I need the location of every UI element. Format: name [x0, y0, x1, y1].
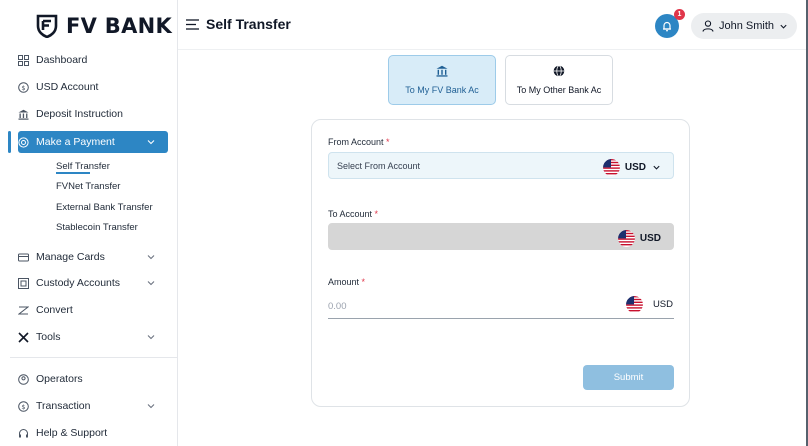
sidebar-item-make-a-payment[interactable]: Make a Payment	[18, 131, 168, 153]
label-text: Amount	[328, 277, 360, 287]
sidebar-item-operators[interactable]: Operators	[18, 368, 168, 390]
label-text: From Account	[328, 137, 384, 147]
bank-icon	[18, 109, 29, 120]
globe-icon	[553, 65, 565, 77]
submenu-item-fvnet-transfer[interactable]: FVNet Transfer	[56, 178, 120, 194]
chevron-down-icon	[780, 24, 787, 29]
amount-currency-code: USD	[652, 299, 673, 310]
to-account-label: To Account *	[328, 209, 378, 219]
chevron-down-icon	[147, 404, 155, 409]
sidebar-item-label: Help & Support	[36, 427, 108, 439]
sidebar-item-deposit-instruction[interactable]: Deposit Instruction	[18, 103, 168, 125]
chevron-down-icon	[147, 140, 155, 145]
chevron-down-icon	[147, 281, 155, 286]
sidebar-item-dashboard[interactable]: Dashboard	[18, 49, 168, 71]
grid-icon	[18, 54, 29, 66]
submenu-label: Self Transfer	[56, 160, 110, 172]
sidebar-item-label: Transaction	[36, 400, 91, 412]
tools-icon	[18, 331, 29, 343]
submenu-label: Stablecoin Transfer	[56, 221, 138, 233]
tab-to-my-fv-bank-ac[interactable]: To My FV Bank Ac	[388, 55, 496, 105]
shield-logo-icon	[36, 14, 58, 38]
tab-to-my-other-bank-ac[interactable]: To My Other Bank Ac	[505, 55, 613, 105]
chevron-down-icon	[653, 165, 660, 170]
sidebar-item-manage-cards[interactable]: Manage Cards	[18, 246, 168, 268]
convert-icon	[18, 306, 29, 314]
from-currency-select[interactable]: USD	[602, 159, 661, 176]
transfer-form-card: From Account * Select From Account USD T…	[311, 119, 690, 407]
headset-icon	[19, 428, 28, 437]
label-text: To Account	[328, 209, 373, 219]
amount-underline	[328, 318, 674, 319]
bell-icon	[663, 21, 671, 32]
bank-icon	[436, 65, 448, 77]
user-icon	[702, 20, 714, 32]
submenu-item-external-bank-transfer[interactable]: External Bank Transfer	[56, 199, 153, 215]
sidebar-item-custody-accounts[interactable]: Custody Accounts	[18, 272, 168, 294]
dollar-circle-icon: $	[18, 81, 29, 93]
tab-label: To My FV Bank Ac	[405, 85, 479, 95]
sidebar-divider	[10, 357, 178, 358]
us-flag-icon	[617, 230, 635, 247]
sidebar-item-label: USD Account	[36, 81, 99, 93]
from-account-select[interactable]: Select From Account USD	[328, 152, 674, 179]
chevron-down-icon	[147, 335, 155, 340]
from-currency-code: USD	[624, 162, 646, 173]
sidebar-item-help-support[interactable]: Help & Support	[18, 422, 168, 444]
sidebar-item-convert[interactable]: Convert	[18, 299, 168, 321]
to-currency-code: USD	[639, 233, 661, 244]
amount-input[interactable]: 0.00	[328, 301, 347, 312]
us-flag-icon	[625, 296, 643, 313]
vault-icon	[18, 277, 29, 289]
sidebar-item-label: Operators	[36, 373, 83, 385]
submit-button[interactable]: Submit	[583, 365, 674, 390]
user-name: John Smith	[719, 20, 775, 32]
submenu-label: External Bank Transfer	[56, 201, 153, 213]
active-indicator	[8, 131, 11, 153]
sidebar-item-label: Dashboard	[36, 54, 88, 66]
us-flag-icon	[602, 159, 620, 176]
svg-text:$: $	[21, 403, 25, 411]
amount-currency: USD	[625, 296, 673, 313]
svg-text:$: $	[21, 84, 25, 92]
to-account-select[interactable]: USD	[328, 223, 674, 250]
amount-label: Amount *	[328, 277, 365, 287]
sidebar-item-label: Manage Cards	[36, 251, 105, 263]
submenu-current-underline	[56, 172, 90, 174]
submenu-label: FVNet Transfer	[56, 180, 121, 192]
brand-logo[interactable]: FV BANK	[36, 12, 172, 40]
menu-icon[interactable]	[186, 19, 199, 30]
to-currency-display: USD	[617, 230, 661, 247]
from-account-label: From Account *	[328, 137, 390, 147]
sidebar-item-label: Custody Accounts	[36, 277, 121, 289]
notification-badge: 1	[674, 9, 685, 20]
top-header: Self Transfer 1 John Smith	[178, 0, 806, 50]
chevron-down-icon	[147, 255, 155, 260]
sidebar: FV BANK Dashboard $ USD Account Deposit …	[0, 0, 178, 446]
required-mark: *	[361, 277, 366, 287]
sidebar-item-label: Make a Payment	[36, 136, 115, 148]
tab-label: To My Other Bank Ac	[516, 85, 602, 95]
sidebar-item-usd-account[interactable]: $ USD Account	[18, 76, 168, 98]
card-icon	[18, 253, 29, 261]
page-title: Self Transfer	[206, 16, 291, 32]
sidebar-item-label: Convert	[36, 304, 73, 316]
required-mark: *	[386, 137, 390, 147]
sidebar-item-label: Deposit Instruction	[36, 108, 123, 120]
sidebar-item-label: Tools	[36, 331, 61, 343]
submenu-item-stablecoin-transfer[interactable]: Stablecoin Transfer	[56, 219, 138, 235]
sidebar-item-transaction[interactable]: $ Transaction	[18, 395, 168, 417]
from-account-placeholder: Select From Account	[337, 160, 421, 171]
payment-icon	[18, 136, 29, 148]
user-circle-icon	[18, 373, 29, 385]
required-mark: *	[374, 209, 379, 219]
sidebar-item-tools[interactable]: Tools	[18, 326, 168, 348]
user-menu-button[interactable]: John Smith	[691, 13, 797, 39]
brand-name: FV BANK	[66, 14, 173, 38]
dollar-circle-icon: $	[18, 400, 29, 412]
